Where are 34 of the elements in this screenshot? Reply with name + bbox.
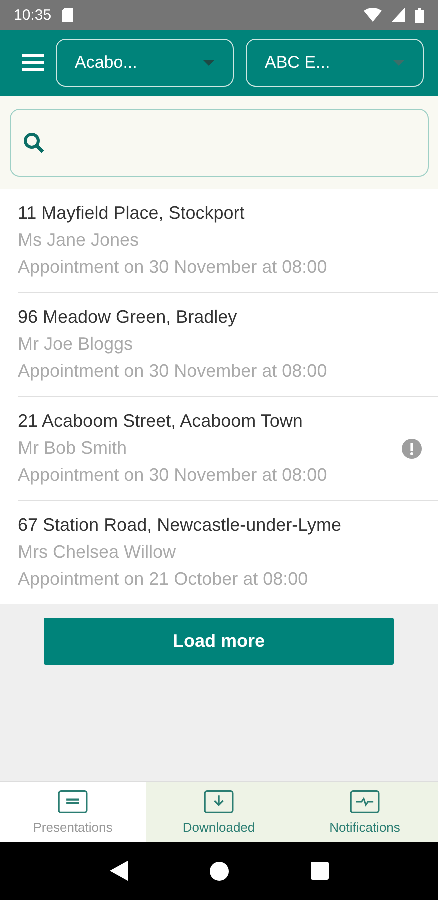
appointment-text: Appointment on 30 November at 08:00 (18, 465, 328, 486)
status-time: 10:35 (14, 6, 52, 24)
caret-icon (203, 60, 215, 66)
appointment-text: Appointment on 21 October at 08:00 (18, 569, 310, 590)
list-icon (58, 790, 88, 814)
home-icon[interactable] (210, 862, 228, 880)
sd-card-icon (62, 8, 73, 22)
address-text: 11 Mayfield Place, Stockport (18, 203, 246, 224)
search-field[interactable] (10, 109, 429, 177)
battery-icon (415, 8, 424, 22)
filter-dropdown[interactable]: ABC E... (246, 39, 424, 87)
address-text: 67 Station Road, Newcastle-under-Lyme (18, 515, 342, 536)
pulse-icon (350, 790, 380, 814)
caret-icon (393, 60, 405, 66)
load-more-button[interactable]: Load more (44, 618, 394, 665)
menu-icon[interactable] (22, 54, 44, 72)
signal-icon (392, 8, 405, 22)
download-icon (204, 790, 234, 814)
nav-tab[interactable]: Presentations (0, 782, 146, 842)
nav-tab[interactable]: Downloaded (146, 782, 292, 842)
appointment-text: Appointment on 30 November at 08:00 (18, 257, 328, 278)
customer-name: Mr Joe Bloggs (18, 334, 134, 355)
search-icon (23, 132, 45, 154)
customer-name: Ms Jane Jones (18, 230, 140, 251)
address-text: 96 Meadow Green, Bradley (18, 307, 238, 328)
filter-dropdown[interactable]: Acabo... (56, 39, 234, 87)
nav-tab[interactable]: Notifications (292, 782, 438, 842)
customer-name: Mrs Chelsea Willow (18, 542, 178, 563)
wifi-icon (364, 8, 382, 22)
recents-icon[interactable] (310, 862, 328, 880)
appointment-text: Appointment on 30 November at 08:00 (18, 361, 328, 382)
customer-name: Mr Bob Smith (18, 438, 128, 459)
address-text: 21 Acaboom Street, Acaboom Town (18, 411, 304, 432)
back-icon[interactable] (110, 861, 128, 881)
